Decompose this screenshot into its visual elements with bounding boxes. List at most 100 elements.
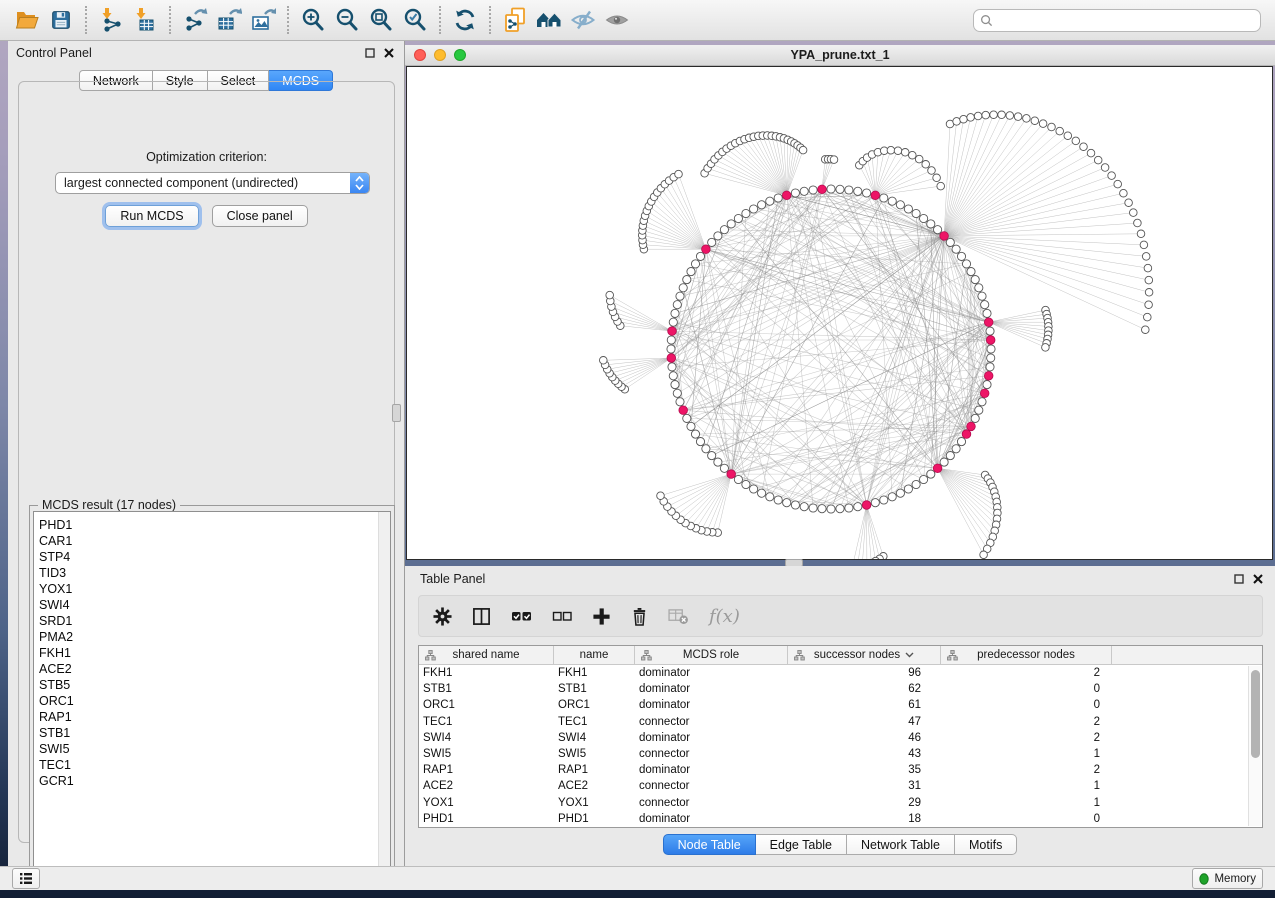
network-canvas[interactable] (406, 66, 1273, 560)
mcds-result-item[interactable]: GCR1 (39, 773, 390, 789)
column-header-successor-nodes[interactable]: successor nodes (788, 646, 941, 664)
mcds-result-item[interactable]: PHD1 (39, 517, 390, 533)
save-session-button[interactable] (44, 4, 78, 36)
table-settings-button[interactable] (433, 607, 452, 626)
table-scrollbar-thumb[interactable] (1251, 670, 1260, 758)
column-header-name[interactable]: name (554, 646, 635, 664)
toolbar-separator (439, 6, 441, 34)
column-header-shared-name[interactable]: shared name (419, 646, 554, 664)
export-image-button[interactable] (246, 4, 280, 36)
table-row[interactable]: FKH1FKH1dominator962 (419, 665, 1262, 681)
table-row[interactable]: ACE2ACE2connector311 (419, 778, 1262, 794)
tab-network-table[interactable]: Network Table (847, 834, 955, 855)
memory-button[interactable]: Memory (1192, 868, 1263, 889)
show-all-button[interactable] (600, 4, 634, 36)
mcds-result-item[interactable]: STB1 (39, 725, 390, 741)
export-network-icon (182, 7, 208, 33)
network-window-titlebar[interactable]: YPA_prune.txt_1 (405, 45, 1275, 66)
float-panel-icon[interactable] (1234, 574, 1244, 584)
first-neighbors-button[interactable] (532, 4, 566, 36)
cell-predecessor-nodes: 2 (941, 764, 1112, 776)
criterion-select[interactable]: largest connected component (undirected) (55, 172, 370, 194)
table-row[interactable]: SWI5SWI5connector431 (419, 746, 1262, 762)
toolbar-separator (489, 6, 491, 34)
vertical-splitter-handle[interactable] (392, 404, 401, 422)
cell-successor-nodes: 96 (788, 667, 941, 679)
unselect-all-columns-button[interactable] (552, 608, 572, 624)
eye-slash-icon (570, 7, 596, 33)
task-history-button[interactable] (12, 868, 40, 889)
tab-node-table[interactable]: Node Table (663, 834, 756, 855)
export-image-icon (250, 7, 276, 33)
import-table-button[interactable] (128, 4, 162, 36)
toolbar-separator (169, 6, 171, 34)
search-input[interactable] (997, 13, 1254, 27)
mcds-result-item[interactable]: STB5 (39, 677, 390, 693)
float-panel-icon[interactable] (365, 48, 375, 58)
floppy-disk-icon (49, 8, 73, 32)
mcds-result-item[interactable]: SRD1 (39, 613, 390, 629)
export-table-button[interactable] (212, 4, 246, 36)
export-network-button[interactable] (178, 4, 212, 36)
refresh-button[interactable] (448, 4, 482, 36)
network-window-title: YPA_prune.txt_1 (405, 48, 1275, 62)
network-graph[interactable] (407, 67, 1272, 559)
mcds-result-item[interactable]: SWI4 (39, 597, 390, 613)
zoom-in-button[interactable] (296, 4, 330, 36)
table-row[interactable]: SWI4SWI4dominator462 (419, 730, 1262, 746)
eye-icon (604, 7, 630, 33)
mcds-result-item[interactable]: YOX1 (39, 581, 390, 597)
table-row[interactable]: TEC1TEC1connector472 (419, 714, 1262, 730)
table-row[interactable]: ORC1ORC1dominator610 (419, 697, 1262, 713)
mcds-result-item[interactable]: SWI5 (39, 741, 390, 757)
cell-successor-nodes: 46 (788, 732, 941, 744)
mcds-result-item[interactable]: TID3 (39, 565, 390, 581)
function-builder-button-disabled: f(x) (709, 606, 740, 627)
mcds-result-item[interactable]: STP4 (39, 549, 390, 565)
cell-successor-nodes: 43 (788, 748, 941, 760)
table-scrollbar[interactable] (1248, 666, 1261, 826)
cell-name: TEC1 (554, 716, 635, 728)
mcds-result-item[interactable]: CAR1 (39, 533, 390, 549)
mcds-result-item[interactable]: ORC1 (39, 693, 390, 709)
mcds-result-item[interactable]: ACE2 (39, 661, 390, 677)
run-mcds-button[interactable]: Run MCDS (105, 205, 198, 227)
mcds-list-scrollbar[interactable] (378, 512, 390, 871)
cell-predecessor-nodes: 0 (941, 683, 1112, 695)
table-row[interactable]: PHD1PHD1dominator180 (419, 811, 1262, 827)
mcds-result-item[interactable]: PMA2 (39, 629, 390, 645)
search-box[interactable] (973, 9, 1261, 32)
cell-shared-name: ORC1 (419, 699, 554, 711)
zoom-fit-button[interactable] (364, 4, 398, 36)
mcds-result-list[interactable]: PHD1CAR1STP4TID3YOX1SWI4SRD1PMA2FKH1ACE2… (33, 511, 391, 872)
optimization-criterion-label: Optimization criterion: (19, 150, 394, 164)
show-columns-button[interactable] (472, 607, 491, 626)
cell-successor-nodes: 62 (788, 683, 941, 695)
close-panel-icon[interactable] (384, 48, 394, 58)
cell-shared-name: TEC1 (419, 716, 554, 728)
import-network-button[interactable] (94, 4, 128, 36)
delete-column-button[interactable] (631, 607, 648, 626)
select-all-columns-button[interactable] (511, 608, 532, 624)
table-row[interactable]: STB1STB1dominator620 (419, 681, 1262, 697)
close-panel-button[interactable]: Close panel (212, 205, 308, 227)
column-header-MCDS-role[interactable]: MCDS role (635, 646, 788, 664)
cell-predecessor-nodes: 2 (941, 732, 1112, 744)
zoom-out-button[interactable] (330, 4, 364, 36)
hide-selected-button[interactable] (566, 4, 600, 36)
mcds-result-item[interactable]: TEC1 (39, 757, 390, 773)
zoom-in-icon (300, 7, 326, 33)
create-column-button[interactable] (592, 607, 611, 626)
tab-edge-table[interactable]: Edge Table (756, 834, 847, 855)
tab-motifs[interactable]: Motifs (955, 834, 1017, 855)
clone-network-button[interactable] (498, 4, 532, 36)
zoom-selected-button[interactable] (398, 4, 432, 36)
table-row[interactable]: RAP1RAP1dominator352 (419, 762, 1262, 778)
close-panel-icon[interactable] (1253, 574, 1263, 584)
table-row[interactable]: YOX1YOX1connector291 (419, 795, 1262, 811)
column-header-predecessor-nodes[interactable]: predecessor nodes (941, 646, 1112, 664)
toolbar-separator (85, 6, 87, 34)
mcds-result-item[interactable]: FKH1 (39, 645, 390, 661)
open-file-button[interactable] (10, 4, 44, 36)
mcds-result-item[interactable]: RAP1 (39, 709, 390, 725)
